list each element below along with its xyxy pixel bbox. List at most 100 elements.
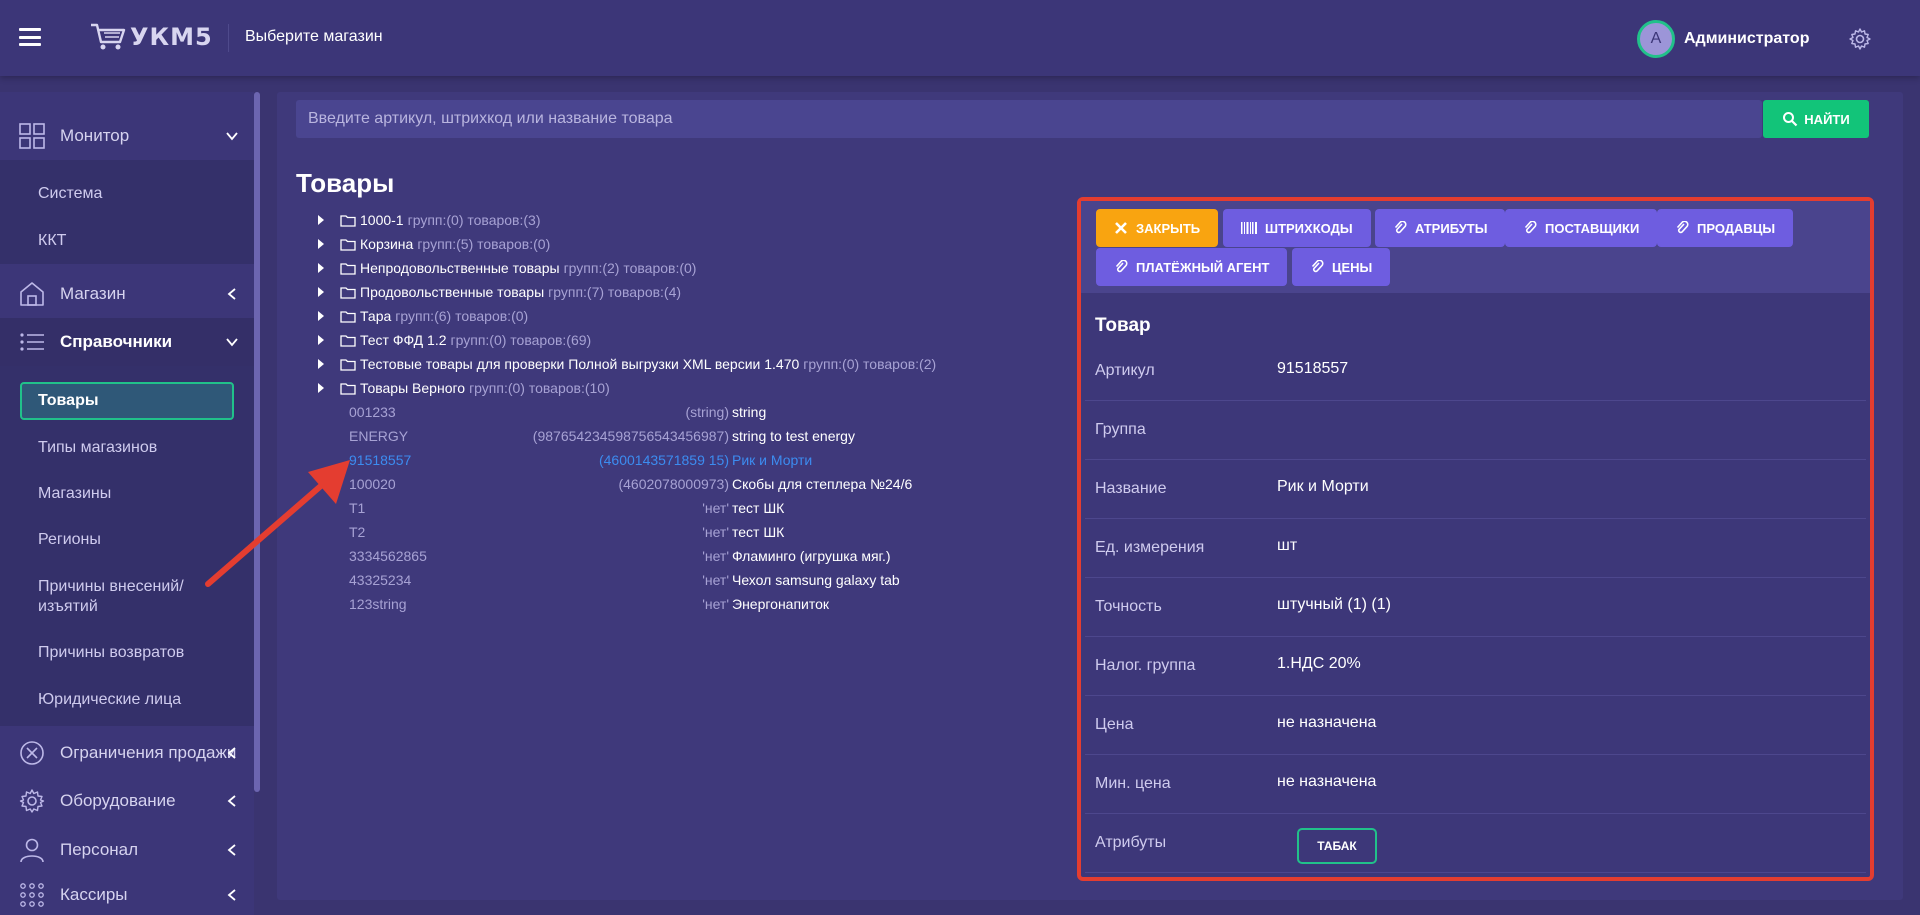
- logo-text: УКМ5: [130, 23, 213, 51]
- goods-name: Чехол samsung galaxy tab: [732, 572, 900, 588]
- caret-right-icon[interactable]: [318, 311, 324, 321]
- store-selector[interactable]: Выберите магазин: [245, 28, 383, 46]
- sidebar-item-deposit-reasons-line2[interactable]: изъятий: [38, 598, 98, 616]
- goods-row[interactable]: 3334562865 'нет' Фламинго (игрушка мяг.): [349, 548, 1049, 566]
- tree-group-row[interactable]: Тест ФФД 1.2 групп:(0) товаров:(69): [318, 332, 591, 348]
- tab-attributes[interactable]: АТРИБУТЫ: [1375, 209, 1506, 247]
- tree-group-name: Товары Верного: [360, 380, 466, 396]
- caret-right-icon[interactable]: [318, 359, 324, 369]
- sidebar-section-cashiers[interactable]: Кассиры: [0, 875, 254, 915]
- sidebar-section-sale-restrictions[interactable]: Ограничения продажи: [0, 729, 254, 777]
- close-button-label: ЗАКРЫТЬ: [1136, 220, 1201, 236]
- sidebar-item-system[interactable]: Система: [38, 185, 102, 203]
- menu-icon[interactable]: [19, 28, 41, 46]
- tree-group-row[interactable]: Корзина групп:(5) товаров:(0): [318, 236, 550, 252]
- tab-sellers[interactable]: ПРОДАВЦЫ: [1657, 209, 1794, 247]
- sidebar-section-staff[interactable]: Персонал: [0, 826, 254, 874]
- caret-right-icon[interactable]: [318, 383, 324, 393]
- tab-label: ПЛАТЁЖНЫЙ АГЕНТ: [1136, 259, 1270, 275]
- goods-name: string: [732, 404, 767, 420]
- goods-barcode: 'нет': [702, 596, 729, 612]
- detail-row: Название Рик и Морти: [1085, 460, 1866, 519]
- sidebar-section-directories[interactable]: Справочники: [0, 318, 254, 366]
- detail-row: Мин. цена не назначена: [1085, 755, 1866, 814]
- sidebar-section-monitor[interactable]: Монитор: [0, 112, 254, 160]
- sidebar-scrollbar[interactable]: [254, 92, 260, 792]
- folder-icon: [340, 238, 356, 251]
- tree-group-name: Продовольственные товары: [360, 284, 545, 300]
- sidebar-item-legal-entities[interactable]: Юридические лица: [38, 691, 181, 709]
- goods-name: Энергонапиток: [732, 596, 830, 612]
- detail-label: Цена: [1095, 716, 1134, 733]
- goods-row[interactable]: ENERGY (987654234598756543456987) string t…: [349, 428, 1049, 446]
- goods-row[interactable]: 43325234'нет' Чехол samsung galaxy tab: [349, 572, 1049, 590]
- tree-group-row[interactable]: Продовольственные товары групп:(7) товаро…: [318, 284, 681, 300]
- detail-label: Ед. измерения: [1095, 539, 1205, 556]
- sidebar-item-return-reasons[interactable]: Причины возвратов: [38, 644, 184, 662]
- caret-right-icon[interactable]: [318, 335, 324, 345]
- tree-group-meta: групп:(7) товаров:(4): [548, 284, 682, 300]
- goods-barcode: 'нет': [702, 524, 729, 540]
- goods-row[interactable]: 91518557 (4600143571859 15) Рик и Морти: [349, 452, 1049, 470]
- sidebar-item-store-types[interactable]: Типы магазинов: [38, 439, 157, 457]
- block-icon: [20, 741, 44, 765]
- search-input[interactable]: [296, 100, 1763, 138]
- sidebar-item-deposit-reasons[interactable]: Причины внесений/: [38, 578, 184, 596]
- goods-barcode: (4600143571859 15): [598, 452, 729, 468]
- caret-right-icon[interactable]: [318, 215, 324, 225]
- tab-label: ЦЕНЫ: [1332, 259, 1373, 275]
- detail-value: шт: [1277, 537, 1298, 554]
- cart-icon: [91, 23, 126, 50]
- tab-label: ПРОДАВЦЫ: [1697, 220, 1776, 236]
- tree-group-row[interactable]: Товары Верного групп:(0) товаров:(10): [318, 380, 610, 396]
- detail-value: штучный (1) (1): [1277, 596, 1391, 613]
- detail-label: Налог. группа: [1095, 657, 1196, 674]
- goods-row[interactable]: 123string'нет' Энергонапиток: [349, 596, 1049, 614]
- goods-row[interactable]: 100020 (4602078000973) Скобы для степлера …: [349, 476, 1049, 494]
- tab-label: АТРИБУТЫ: [1415, 220, 1488, 236]
- sidebar-item-goods[interactable]: Товары: [20, 382, 234, 420]
- sidebar-item-kkt[interactable]: ККТ: [38, 232, 66, 250]
- sidebar-section-label: Оборудование: [60, 791, 176, 810]
- close-button[interactable]: ЗАКРЫТЬ: [1096, 209, 1219, 247]
- goods-row[interactable]: 001233 (string) string: [349, 404, 1049, 422]
- tab-suppliers[interactable]: ПОСТАВЩИКИ: [1505, 209, 1658, 247]
- paperclip-icon: [1524, 221, 1537, 234]
- tab-payment-agent[interactable]: ПЛАТЁЖНЫЙ АГЕНТ: [1096, 248, 1288, 286]
- detail-row: Точность штучный (1) (1): [1085, 578, 1866, 637]
- caret-right-icon[interactable]: [318, 239, 324, 249]
- caret-right-icon[interactable]: [318, 263, 324, 273]
- tree-group-row[interactable]: 1000-1 групп:(0) товаров:(3): [318, 212, 541, 228]
- logo[interactable]: УКМ5: [90, 22, 213, 52]
- dots-grid-icon: [20, 883, 44, 907]
- sidebar-item-regions[interactable]: Регионы: [38, 531, 101, 549]
- goods-row[interactable]: T2'нет' тест ШК: [349, 524, 1049, 542]
- folder-icon: [340, 358, 356, 371]
- goods-row[interactable]: T1'нет' тест ШК: [349, 500, 1049, 518]
- list-icon: [20, 333, 44, 351]
- tree-group-row[interactable]: Тестовые товары для проверки Полной выгр…: [318, 356, 936, 372]
- tree-group-name: Тара: [360, 308, 392, 324]
- caret-right-icon[interactable]: [318, 287, 324, 297]
- sidebar-section-store[interactable]: Магазин: [0, 270, 254, 318]
- tree-group-row[interactable]: Непродовольственные товары групп:(2) това…: [318, 260, 696, 276]
- detail-row: Ед. измерения шт: [1085, 519, 1866, 578]
- search-button[interactable]: НАЙТИ: [1763, 100, 1869, 138]
- sidebar-item-stores[interactable]: Магазины: [38, 485, 111, 503]
- paperclip-icon: [1676, 221, 1689, 234]
- attribute-tag[interactable]: ТАБАК: [1297, 828, 1377, 864]
- panel-toolbar: ЗАКРЫТЬ ШТРИХКОДЫ АТРИБУТЫ ПОСТАВЩИКИ ПР…: [1081, 201, 1870, 293]
- tree-group-name: Тестовые товары для проверки Полной выгр…: [360, 356, 800, 372]
- chevron-left-icon: [227, 844, 236, 856]
- sidebar-section-equipment[interactable]: Оборудование: [0, 777, 254, 825]
- goods-name: Скобы для степлера №24/6: [732, 476, 913, 492]
- tree-group-row[interactable]: Тара групп:(6) товаров:(0): [318, 308, 528, 324]
- goods-barcode: (string): [685, 404, 729, 420]
- tab-barcodes[interactable]: ШТРИХКОДЫ: [1223, 209, 1371, 247]
- folder-icon: [340, 286, 356, 299]
- page-title: Товары: [296, 168, 395, 198]
- tab-prices[interactable]: ЦЕНЫ: [1292, 248, 1391, 286]
- product-detail-panel: ЗАКРЫТЬ ШТРИХКОДЫ АТРИБУТЫ ПОСТАВЩИКИ ПР…: [1077, 197, 1874, 881]
- user-menu[interactable]: А Администратор: [1637, 20, 1809, 58]
- settings-gear-icon[interactable]: [1848, 27, 1872, 51]
